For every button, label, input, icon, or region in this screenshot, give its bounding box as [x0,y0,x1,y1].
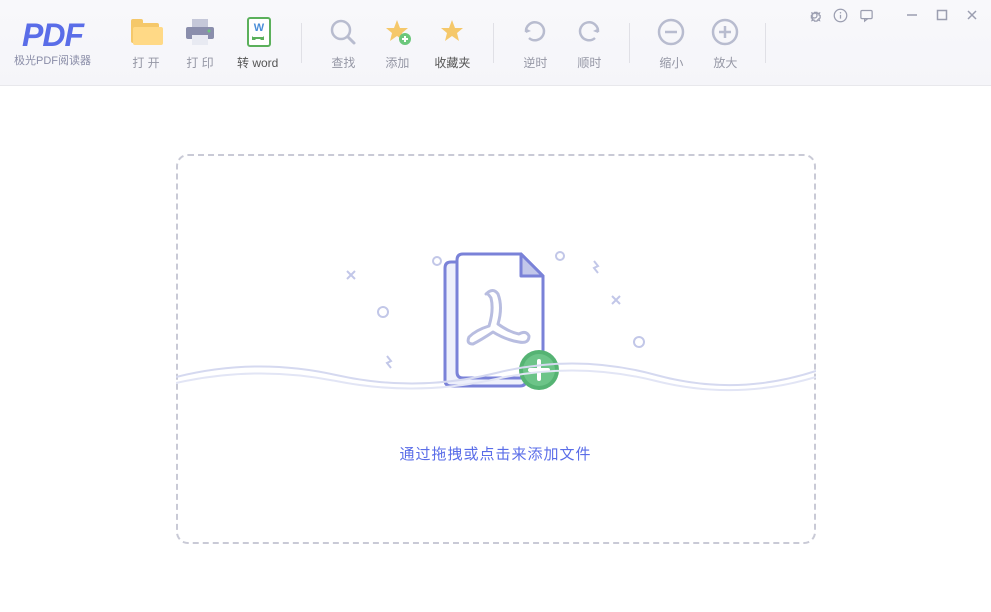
dropzone-text: 通过拖拽或点击来添加文件 [399,443,591,464]
star-add-icon [380,15,414,49]
open-button[interactable]: 打 开 [119,9,173,77]
printer-icon [183,15,217,49]
rotate-cw-button[interactable]: 顺时 [562,9,616,77]
gear-icon[interactable] [805,6,823,24]
toolbar-group-find: 查找 添加 收藏夹 [302,9,494,77]
search-icon [326,15,360,49]
plus-icon [708,15,742,49]
rotate-ccw-button[interactable]: 逆时 [508,9,562,77]
open-label: 打 开 [132,54,159,71]
app-logo: PDF 极光PDF阅读器 [14,17,91,68]
zoom-out-button[interactable]: 缩小 [644,9,698,77]
info-icon[interactable] [831,6,849,24]
logo-text: PDF [22,17,83,54]
zoomout-label: 缩小 [659,54,683,71]
app-name: 极光PDF阅读器 [14,52,91,68]
fav-label: 收藏夹 [434,54,470,71]
convert-word-button[interactable]: W 转 word [227,9,288,77]
add-label: 添加 [385,54,409,71]
star-icon [435,15,469,49]
add-favorite-button[interactable]: 添加 [370,9,424,77]
favorites-button[interactable]: 收藏夹 [424,9,480,77]
wave-decoration [176,347,816,397]
print-label: 打 印 [186,54,213,71]
rotate-cw-icon [572,15,606,49]
minus-icon [654,15,688,49]
toolbar-group-rotate: 逆时 顺时 [494,9,630,77]
dropzone-illustration [336,235,656,415]
toolbar-group-zoom: 缩小 放大 [630,9,766,77]
minimize-icon[interactable] [901,6,923,24]
content-area: 通过拖拽或点击来添加文件 [0,86,991,612]
feedback-icon[interactable] [857,6,875,24]
close-icon[interactable] [961,6,983,24]
word-icon: W [241,15,275,49]
file-dropzone[interactable]: 通过拖拽或点击来添加文件 [176,154,816,544]
zoomin-label: 放大 [713,54,737,71]
window-controls [805,6,983,24]
find-label: 查找 [331,54,355,71]
ccw-label: 逆时 [523,54,547,71]
toolbar-group-file: 打 开 打 印 W 转 word [105,9,302,77]
maximize-icon[interactable] [931,6,953,24]
rotate-ccw-icon [518,15,552,49]
svg-text:W: W [253,22,264,34]
toolbar: PDF 极光PDF阅读器 打 开 打 印 W 转 word [0,0,991,86]
cw-label: 顺时 [577,54,601,71]
zoom-in-button[interactable]: 放大 [698,9,752,77]
print-button[interactable]: 打 印 [173,9,227,77]
toword-label: 转 word [237,54,278,71]
find-button[interactable]: 查找 [316,9,370,77]
folder-icon [129,15,163,49]
